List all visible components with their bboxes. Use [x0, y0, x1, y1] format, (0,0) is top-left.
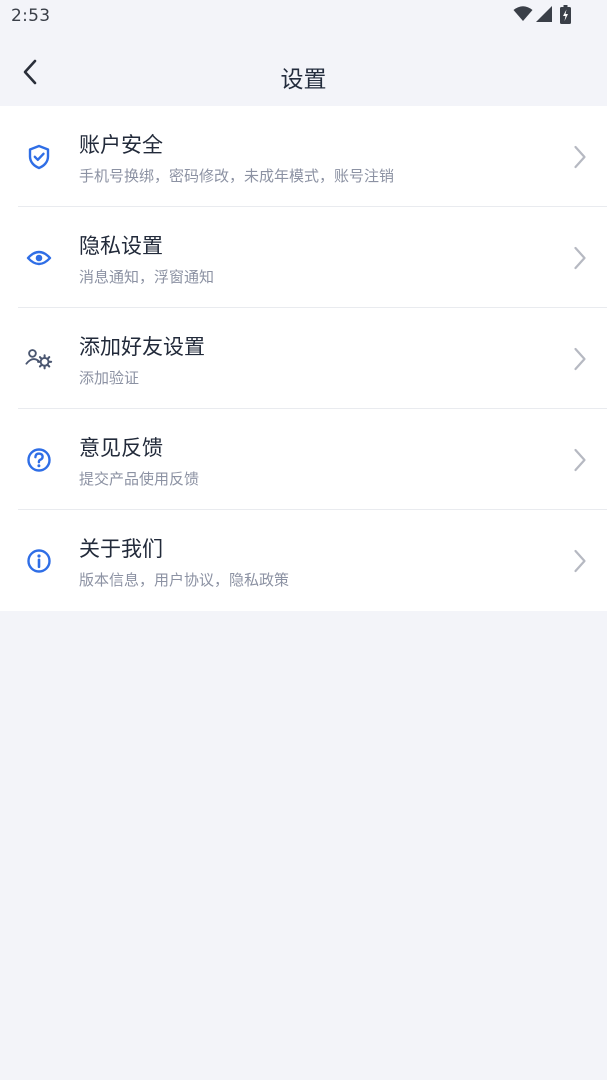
shield-check-icon — [25, 143, 53, 171]
user-gear-icon — [25, 345, 53, 373]
menu-item-title: 关于我们 — [79, 537, 163, 561]
menu-item-subtitle: 手机号换绑，密码修改，未成年模式，账号注销 — [79, 167, 395, 185]
status-bar: 2:53 — [0, 0, 607, 34]
nav-bar: 设置 — [0, 40, 607, 106]
wifi-icon — [513, 6, 533, 26]
chevron-right-icon — [572, 144, 588, 170]
menu-item-subtitle: 版本信息，用户协议，隐私政策 — [79, 571, 290, 589]
menu-item-subtitle: 消息通知，浮窗通知 — [79, 268, 215, 286]
menu-item-about-us[interactable]: 关于我们 版本信息，用户协议，隐私政策 — [0, 510, 607, 611]
chevron-right-icon — [572, 447, 588, 473]
menu-item-add-friend-settings[interactable]: 添加好友设置 添加验证 — [0, 308, 607, 409]
chevron-right-icon — [572, 245, 588, 271]
eye-icon — [25, 244, 53, 272]
menu-item-subtitle: 添加验证 — [79, 369, 140, 387]
menu-item-title: 账户安全 — [79, 133, 163, 157]
menu-item-title: 隐私设置 — [79, 234, 163, 258]
chevron-right-icon — [572, 548, 588, 574]
menu-item-title: 意见反馈 — [79, 436, 163, 460]
question-circle-icon — [25, 446, 53, 474]
status-icons — [513, 4, 571, 28]
battery-charging-icon — [560, 4, 571, 28]
info-circle-icon — [25, 547, 53, 575]
menu-item-feedback[interactable]: 意见反馈 提交产品使用反馈 — [0, 409, 607, 510]
menu-item-subtitle: 提交产品使用反馈 — [79, 470, 200, 488]
cellular-signal-icon — [536, 6, 552, 26]
menu-item-account-security[interactable]: 账户安全 手机号换绑，密码修改，未成年模式，账号注销 — [0, 106, 607, 207]
chevron-right-icon — [572, 346, 588, 372]
settings-menu: 账户安全 手机号换绑，密码修改，未成年模式，账号注销 隐私设置 消息通知，浮窗通… — [0, 106, 607, 611]
menu-item-privacy-settings[interactable]: 隐私设置 消息通知，浮窗通知 — [0, 207, 607, 308]
page-title: 设置 — [280, 67, 327, 93]
status-time: 2:53 — [11, 6, 51, 26]
menu-item-title: 添加好友设置 — [79, 335, 205, 359]
